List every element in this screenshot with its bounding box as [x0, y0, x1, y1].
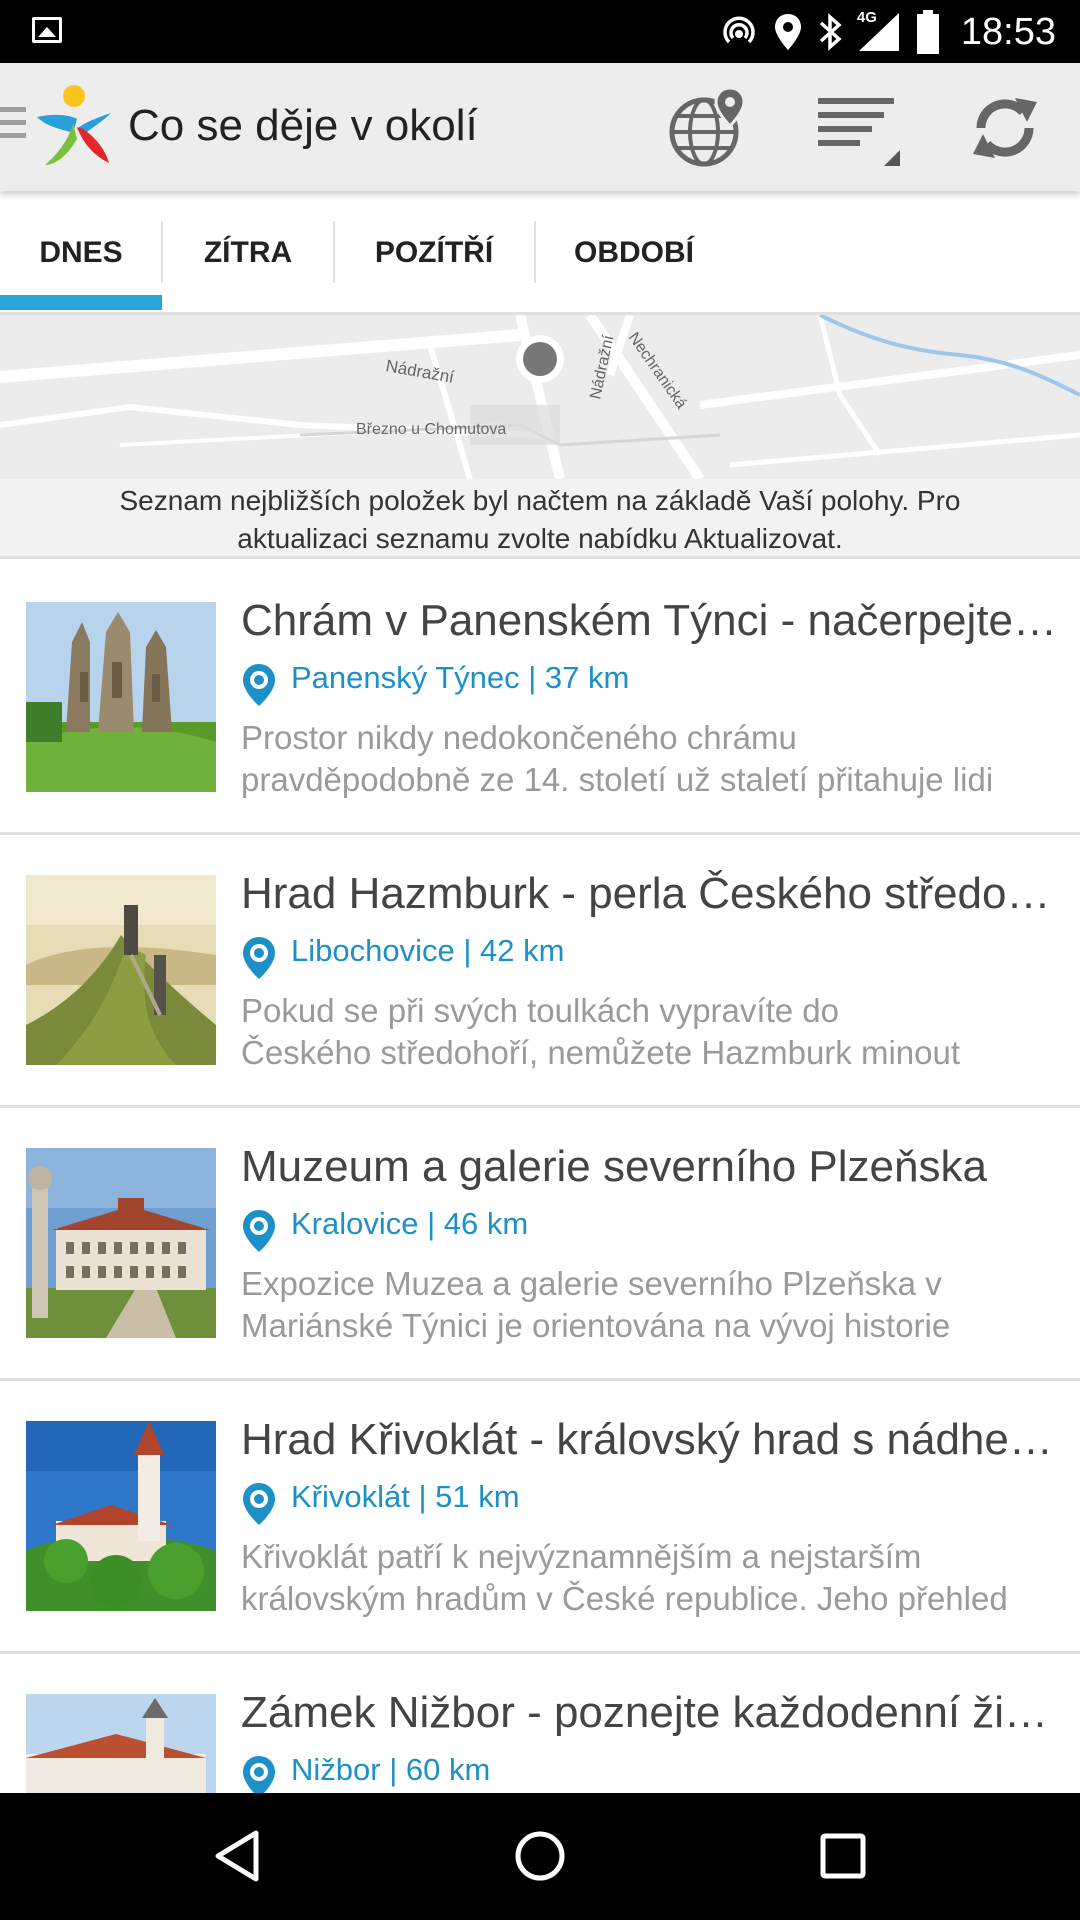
- back-button[interactable]: [202, 1821, 272, 1891]
- list-item[interactable]: Hrad Hazmburk - perla Českého středohoří…: [0, 835, 1080, 1108]
- bluetooth-icon: [819, 13, 842, 51]
- item-description-line: pravděpodobně ze 14. století už staletí …: [241, 761, 994, 798]
- item-description: Křivoklát patří k nejvýznamnějším a nejs…: [241, 1536, 1056, 1620]
- item-title: Zámek Nižbor - poznejte každodenní život: [241, 1688, 1061, 1737]
- item-thumbnail: [26, 1421, 216, 1611]
- item-description: Expozice Muzea a galerie severního Plzeň…: [241, 1263, 1056, 1347]
- app-bar: Co se děje v okolí: [0, 63, 1080, 191]
- app-title: Co se děje v okolí: [128, 101, 478, 150]
- home-icon: [515, 1831, 565, 1881]
- globe-location-button[interactable]: [665, 83, 755, 173]
- item-title: Muzeum a galerie severního Plzeňska: [241, 1142, 987, 1191]
- item-location: Křivoklát | 51 km: [291, 1479, 520, 1514]
- network-type: 4G: [856, 9, 877, 26]
- item-description: Pokud se při svých toulkách vypravíte do…: [241, 990, 1056, 1074]
- refresh-button[interactable]: [960, 83, 1050, 173]
- globe-location-icon: [669, 86, 746, 167]
- clock: 18:53: [960, 10, 1056, 53]
- item-description-line: Expozice Muzea a galerie severního Plzeň…: [241, 1265, 942, 1302]
- item-title: Hrad Hazmburk - perla Českého středohoří: [241, 869, 1061, 918]
- item-location: Nižbor | 60 km: [291, 1752, 491, 1787]
- item-thumbnail: [26, 875, 216, 1065]
- item-thumbnail: [26, 1148, 216, 1338]
- item-location: Panenský Týnec | 37 km: [291, 660, 630, 695]
- hotspot-icon: [723, 16, 755, 44]
- date-tabs: DNES ZÍTRA POZÍTŘÍ OBDOBÍ: [0, 191, 1080, 315]
- recents-button[interactable]: [808, 1821, 878, 1891]
- list-item[interactable]: Muzeum a galerie severního Plzeňska Kral…: [0, 1108, 1080, 1381]
- drawer-menu-icon[interactable]: [0, 107, 26, 143]
- location-icon: [774, 14, 801, 50]
- map-pin-icon: [243, 1756, 275, 1793]
- tab-zitra[interactable]: ZÍTRA: [162, 221, 334, 285]
- gallery-icon: [32, 17, 62, 43]
- map-view[interactable]: Nádražní Nádražní Nechranická Březno u C…: [0, 315, 1080, 479]
- map-pin-icon: [243, 1483, 275, 1525]
- item-thumbnail: [26, 1694, 216, 1793]
- item-description: Prostor nikdy nedokončeného chrámu pravd…: [241, 717, 1056, 801]
- refresh-icon: [973, 98, 1037, 158]
- battery-icon: [916, 10, 939, 54]
- notice-line: Seznam nejbližších položek byl načtem na…: [119, 485, 961, 516]
- location-notice: Seznam nejbližších položek byl načtem na…: [0, 479, 1080, 559]
- map-pin-icon: [243, 664, 275, 706]
- item-description-line: Pokud se při svých toulkách vypravíte do: [241, 992, 839, 1029]
- tab-selected-indicator: [0, 295, 162, 310]
- back-icon: [215, 1830, 259, 1882]
- system-nav-bar: [0, 1793, 1080, 1920]
- status-bar: 4G 18:53: [0, 0, 1080, 63]
- item-title: Hrad Křivoklát - královský hrad s nádher…: [241, 1415, 1061, 1464]
- list-item[interactable]: Zámek Nižbor - poznejte každodenní život…: [0, 1654, 1080, 1793]
- item-description-line: Křivoklát patří k nejvýznamnějším a nejs…: [241, 1538, 922, 1575]
- item-title: Chrám v Panenském Týnci - načerpejte ene…: [241, 596, 1061, 645]
- item-description-line: královským hradům v České republice. Jeh…: [241, 1580, 1008, 1617]
- places-list: Chrám v Panenském Týnci - načerpejte ene…: [0, 562, 1080, 1793]
- tab-pozitri[interactable]: POZÍTŘÍ: [334, 221, 534, 285]
- item-description-line: Českého středohoří, nemůžete Hazmburk mi…: [241, 1034, 961, 1071]
- app-logo[interactable]: [33, 83, 115, 171]
- item-location: Libochovice | 42 km: [291, 933, 565, 968]
- sort-icon: [818, 98, 900, 166]
- sort-button[interactable]: [812, 83, 902, 173]
- list-item[interactable]: Chrám v Panenském Týnci - načerpejte ene…: [0, 562, 1080, 835]
- item-description-line: Prostor nikdy nedokončeného chrámu: [241, 719, 797, 756]
- item-thumbnail: [26, 602, 216, 792]
- signal-icon: 4G: [856, 9, 901, 53]
- status-icons: 4G 18:53: [719, 8, 1056, 56]
- item-location: Kralovice | 46 km: [291, 1206, 529, 1241]
- tab-dnes[interactable]: DNES: [0, 221, 162, 285]
- item-description-line: Mariánské Týnici je orientována na vývoj…: [241, 1307, 951, 1344]
- tab-obdobi[interactable]: OBDOBÍ: [536, 221, 732, 285]
- recents-icon: [820, 1833, 866, 1879]
- map-place-label: Březno u Chomutova: [356, 421, 506, 438]
- map-pin-icon: [243, 1210, 275, 1252]
- notice-line: aktualizaci seznamu zvolte nabídku Aktua…: [237, 523, 843, 554]
- list-item[interactable]: Hrad Křivoklát - královský hrad s nádher…: [0, 1381, 1080, 1654]
- home-button[interactable]: [505, 1821, 575, 1891]
- map-pin-icon: [243, 937, 275, 979]
